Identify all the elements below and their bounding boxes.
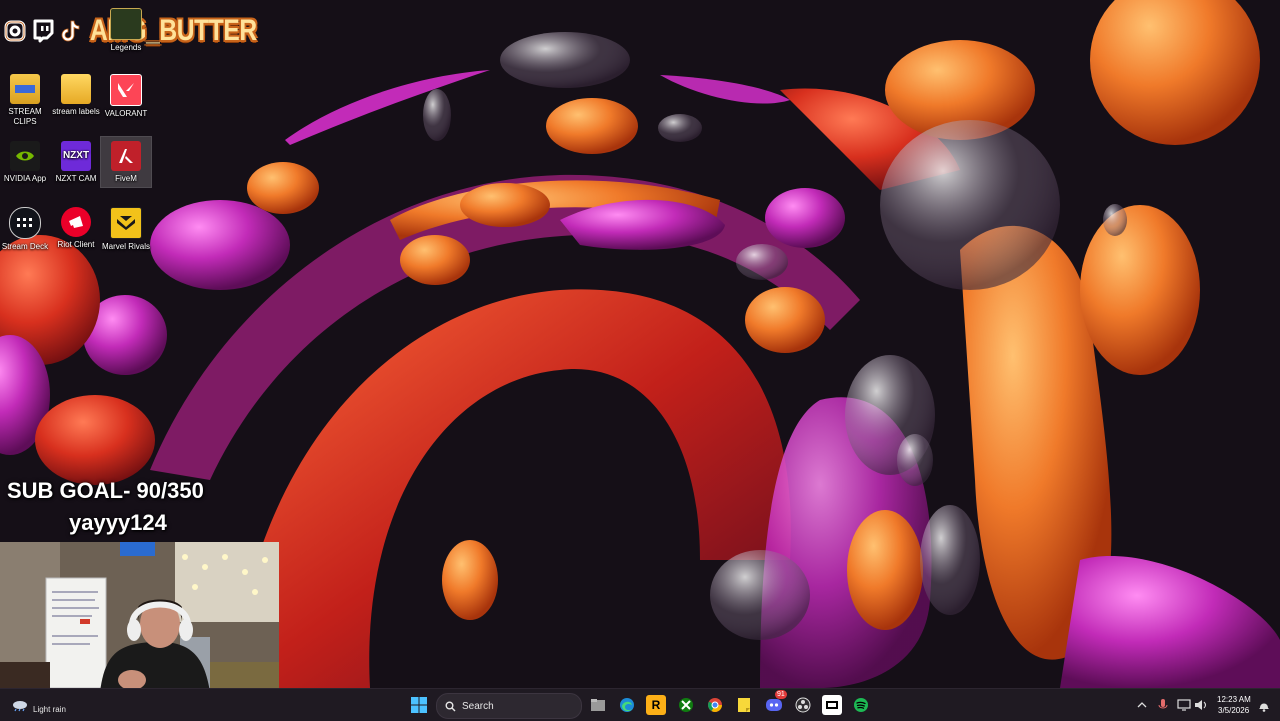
desktop-icon-label: Marvel Rivals [101,242,150,251]
taskbar: Light rain Search R 91 12:23 AM 3/5/2026 [0,688,1280,721]
desktop-icon-valorant[interactable]: VALORANT [101,74,151,119]
riot-client-icon [61,207,91,237]
desktop-icon-nzxt-cam[interactable]: NZXT NZXT CAM [51,141,101,184]
nvidia-icon [10,141,40,171]
clock-time[interactable]: 12:23 AM [1217,695,1251,704]
desktop-icon-marvel-rivals[interactable]: Marvel Rivals [101,207,151,252]
nzxt-cam-icon: NZXT [61,141,91,171]
chrome-icon[interactable] [705,695,725,715]
xbox-icon[interactable] [676,695,696,715]
spotify-icon[interactable] [851,695,871,715]
desktop-icon-label: VALORANT [104,109,148,118]
twitch-icon [30,18,56,44]
weather-condition[interactable]: Light rain [33,705,66,714]
valorant-icon [110,74,142,106]
start-icon[interactable] [409,695,429,715]
desktop-icon-riot-client[interactable]: Riot Client [51,207,101,250]
desktop-icon-label: FiveM [115,174,137,183]
capcut-icon[interactable] [822,695,842,715]
marvel-rivals-icon [110,207,142,239]
desktop-icon-legends[interactable]: Legends [101,8,151,53]
desktop-icon-stream-labels[interactable]: stream labels [51,74,101,117]
desktop-icon-label: Stream Deck [1,242,49,251]
stream-deck-icon [9,207,41,239]
desktop-icon-label: Legends [110,43,142,52]
fivem-icon [111,141,141,171]
desktop-icon-stream-clips[interactable]: STREAM CLIPS [0,74,50,127]
folder-icon [61,74,91,104]
latest-subscriber-name: yayyy124 [69,510,167,535]
sticky-notes-icon[interactable] [734,695,754,715]
discord-icon[interactable]: 91 [764,690,787,715]
desktop-icon-label: STREAM CLIPS [8,107,42,126]
desktop-icon-label: NZXT CAM [55,174,97,183]
file-explorer-icon[interactable] [588,695,608,715]
obs-icon[interactable] [793,695,813,715]
sub-goal-text: SUB GOAL- 90/350 [7,478,204,503]
edge-icon[interactable] [617,695,637,715]
microphone-icon[interactable] [1153,695,1173,715]
desktop-icon-stream-deck[interactable]: Stream Deck [0,207,50,252]
clock-date[interactable]: 3/5/2026 [1218,706,1249,715]
desktop-icon-nvidia-app[interactable]: NVIDIA App [0,141,50,184]
folder-icon [10,74,40,104]
desktop-icon-label: Riot Client [57,240,95,249]
notification-bell-icon[interactable] [1254,695,1274,715]
volume-icon[interactable] [1191,695,1211,715]
tiktok-icon [58,18,84,44]
discord-notification-badge: 91 [775,690,787,699]
webcam-feed [0,542,279,692]
legends-icon [110,8,142,40]
desktop-icon-label: NVIDIA App [3,174,47,183]
search-label: Search [462,700,494,712]
weather-icon[interactable] [10,695,30,715]
instagram-icon [2,18,28,44]
chevron-up-icon[interactable] [1132,695,1152,715]
taskbar-search-box[interactable]: Search [436,693,582,719]
search-icon [445,701,456,712]
desktop-icon-fivem[interactable]: FiveM [100,136,152,188]
desktop-icon-label: stream labels [52,107,100,116]
rockstar-icon[interactable]: R [646,695,666,715]
